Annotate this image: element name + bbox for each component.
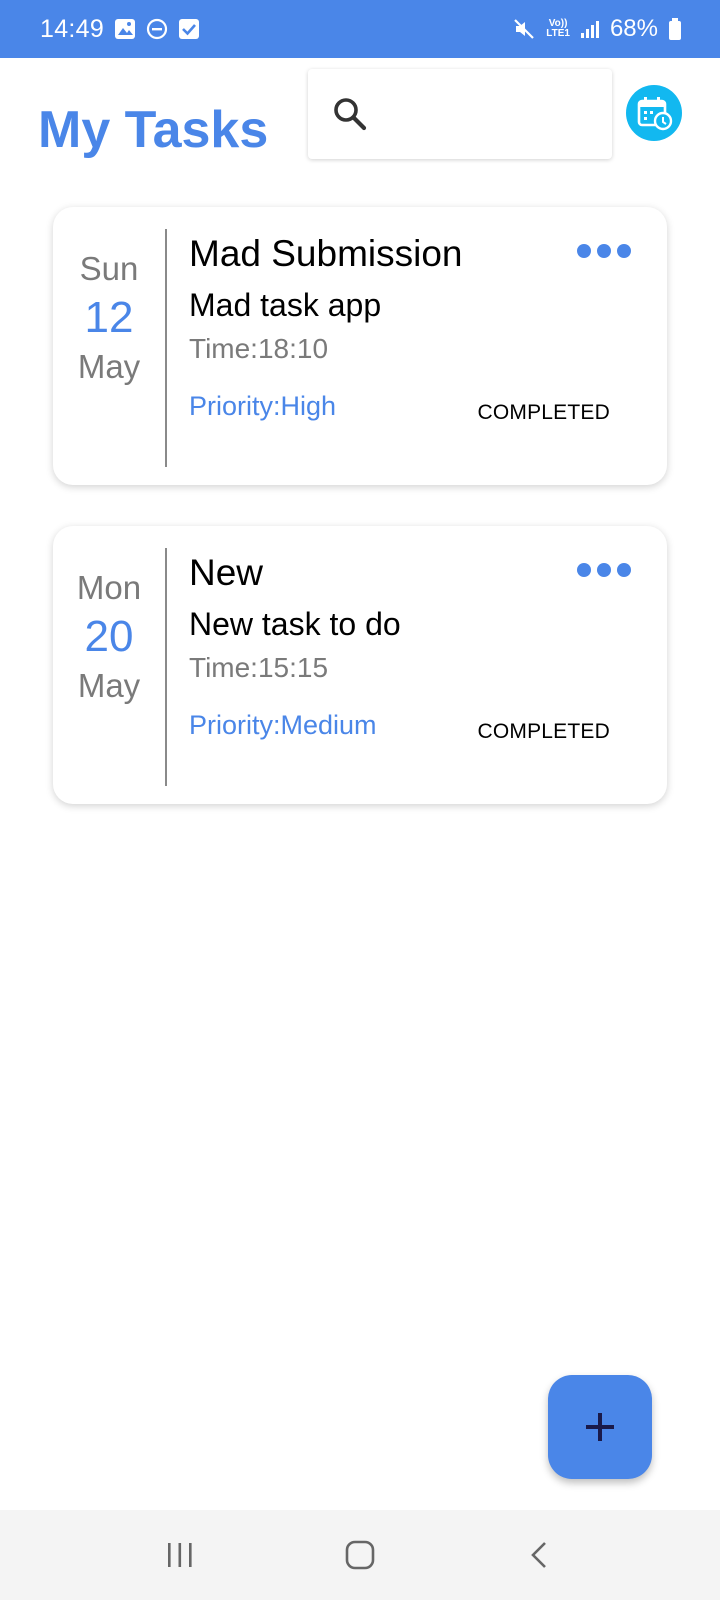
task-priority: Priority:Medium — [189, 710, 377, 740]
task-day: Sun — [79, 250, 139, 287]
task-month: May — [77, 348, 141, 385]
home-icon — [344, 1539, 376, 1571]
task-date-number: 12 — [84, 293, 134, 342]
lte-label: LTE1 — [546, 28, 570, 39]
search-input[interactable] — [384, 100, 584, 128]
search-icon[interactable] — [332, 96, 368, 132]
more-options-icon[interactable] — [577, 244, 631, 258]
task-check-notification-icon — [178, 18, 200, 40]
battery-percentage: 68% — [609, 15, 658, 42]
task-priority: Priority:High — [189, 391, 337, 421]
app-screen: 14:49 Vo)) LTE1 68% My Tasks Sun 12 May … — [0, 0, 720, 1600]
task-card[interactable]: Sun 12 May Mad Submission Mad task app T… — [53, 207, 667, 485]
task-description: Mad task app — [189, 287, 382, 323]
task-date: Sun 12 May — [53, 229, 167, 467]
task-card[interactable]: Mon 20 May New New task to do Time:15:15… — [53, 526, 667, 804]
plus-icon — [584, 1411, 616, 1443]
status-time: 14:49 — [40, 14, 105, 43]
more-options-icon[interactable] — [577, 563, 631, 577]
home-button[interactable] — [320, 1525, 400, 1585]
status-bar-right: Vo)) LTE1 68% — [512, 15, 682, 43]
gallery-notification-icon — [114, 18, 136, 40]
status-bar-left: 14:49 — [40, 15, 200, 44]
task-status: COMPLETED — [477, 720, 610, 743]
task-description: New task to do — [189, 606, 401, 642]
task-time: Time:15:15 — [189, 652, 329, 683]
recent-apps-icon — [165, 1540, 195, 1570]
do-not-disturb-icon — [146, 18, 168, 40]
status-bar: 14:49 Vo)) LTE1 68% — [0, 0, 720, 58]
signal-strength-icon — [580, 19, 600, 39]
mute-icon — [512, 17, 536, 41]
task-month: May — [77, 667, 141, 704]
task-day: Mon — [76, 569, 142, 606]
task-time: Time:18:10 — [189, 333, 329, 364]
recent-apps-button[interactable] — [140, 1525, 220, 1585]
back-button[interactable] — [500, 1525, 580, 1585]
task-status: COMPLETED — [477, 401, 610, 424]
add-task-button[interactable] — [548, 1375, 652, 1479]
back-icon — [525, 1540, 555, 1570]
task-date: Mon 20 May — [53, 548, 167, 786]
calendar-alarm-icon — [634, 93, 674, 133]
task-date-number: 20 — [84, 612, 134, 661]
volte-indicator: Vo)) LTE1 — [546, 19, 570, 39]
task-title: Mad Submission — [189, 233, 463, 274]
system-navigation-bar — [0, 1510, 720, 1600]
battery-icon — [668, 17, 682, 41]
calendar-reminder-button[interactable] — [626, 85, 682, 141]
task-title: New — [189, 552, 264, 593]
task-list: Sun 12 May Mad Submission Mad task app T… — [53, 207, 667, 845]
page-title: My Tasks — [38, 101, 269, 159]
search-bar[interactable] — [308, 69, 612, 159]
